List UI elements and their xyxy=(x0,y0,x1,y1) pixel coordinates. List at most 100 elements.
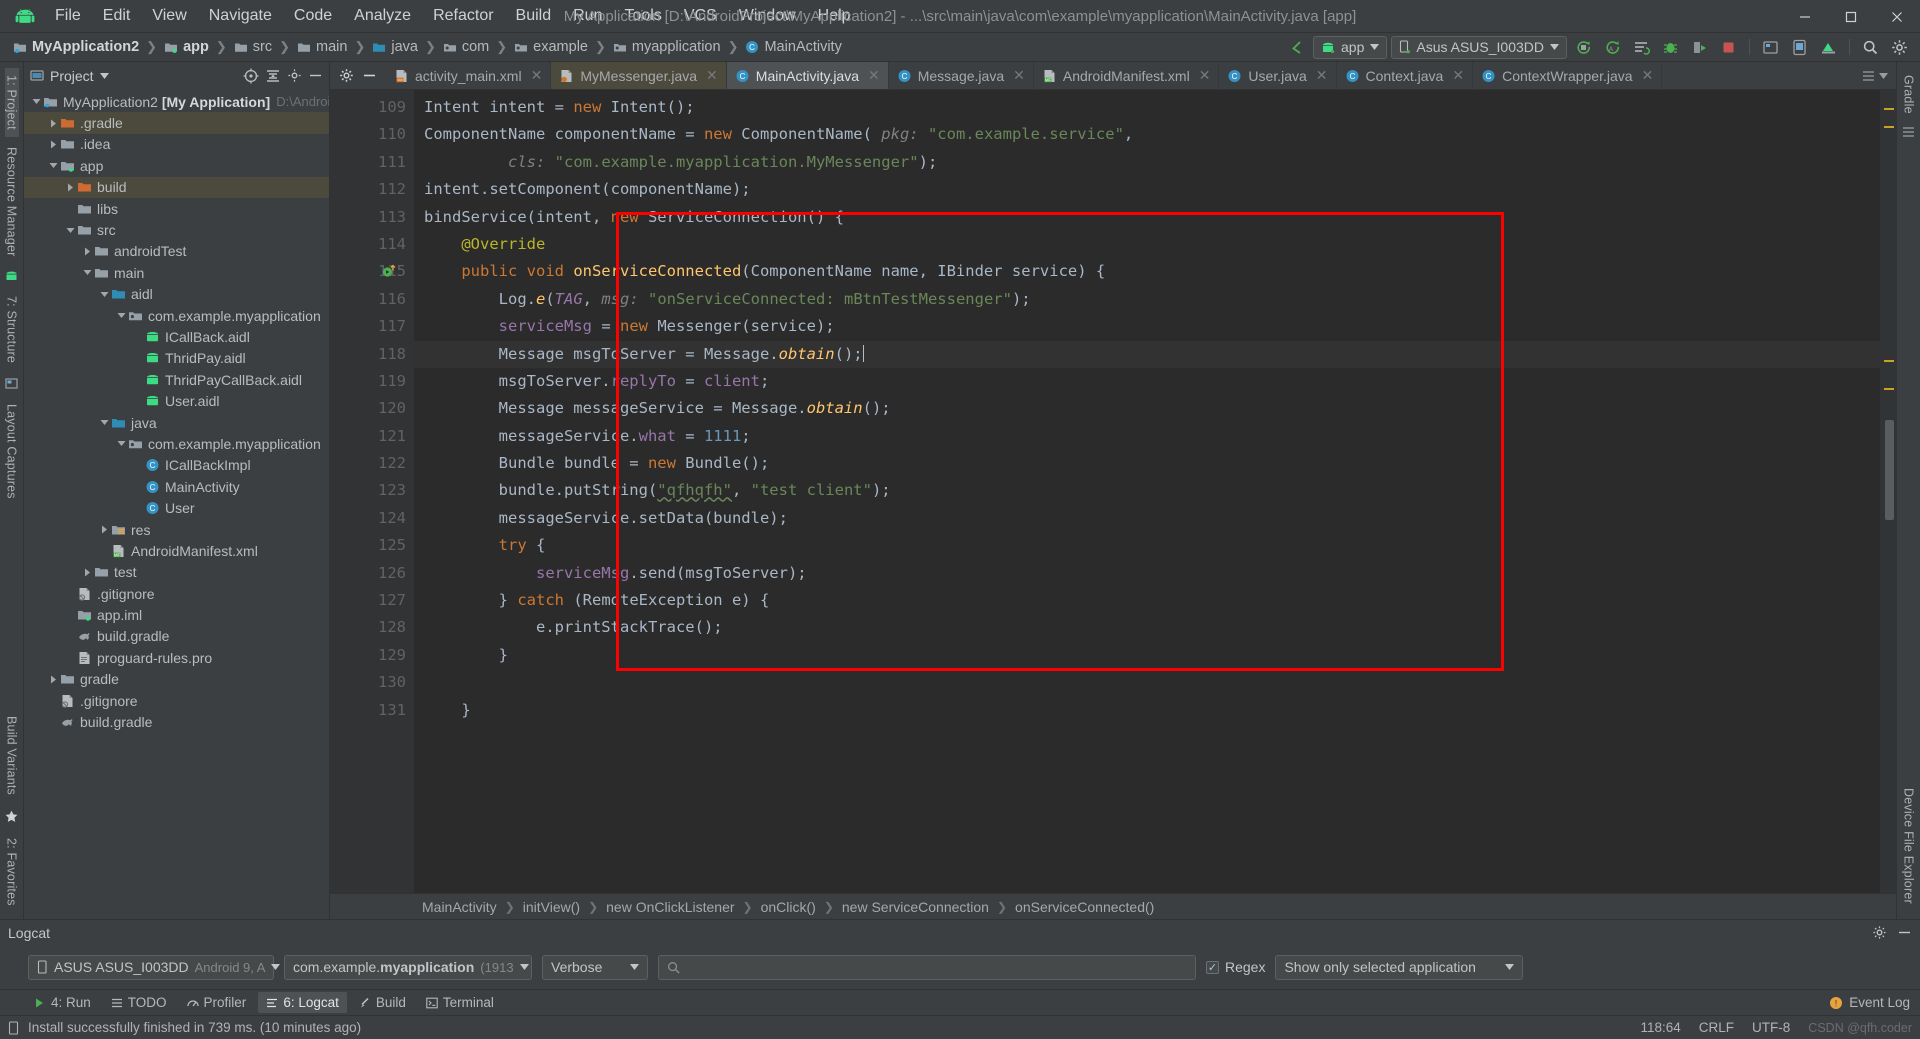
search-icon[interactable] xyxy=(1858,35,1883,59)
tree-node[interactable]: proguard-rules.pro xyxy=(24,647,329,668)
tree-node[interactable]: .gradle xyxy=(24,112,329,134)
editor-marker-bar[interactable] xyxy=(1880,90,1896,893)
navbar-crumb-example[interactable]: example xyxy=(511,38,591,56)
close-icon[interactable]: ✕ xyxy=(1199,67,1211,84)
logcat-device-selector[interactable]: ASUS ASUS_I003DD Android 9, A xyxy=(28,954,281,980)
chevron-down-icon[interactable] xyxy=(98,288,111,301)
logcat-level-selector[interactable]: Verbose xyxy=(542,954,648,980)
navbar-crumb-com[interactable]: com xyxy=(440,38,492,56)
settings-icon[interactable] xyxy=(287,68,302,83)
editor-scrollbar-thumb[interactable] xyxy=(1885,420,1894,520)
run-icon[interactable] xyxy=(1571,35,1596,59)
bottom-tool-logcat[interactable]: 6: Logcat xyxy=(258,992,347,1013)
attach-debugger-icon[interactable] xyxy=(1687,35,1712,59)
tree-node[interactable]: build xyxy=(24,176,329,198)
code-line[interactable]: serviceMsg = new Messenger(service); xyxy=(414,313,1880,340)
sidebar-item-layout-captures[interactable]: Layout Captures xyxy=(5,397,19,506)
hide-panel-icon[interactable] xyxy=(1897,925,1912,940)
bottom-tool-build[interactable]: Build xyxy=(351,992,414,1013)
target-icon[interactable] xyxy=(243,68,259,84)
tree-node[interactable]: gradle xyxy=(24,669,329,690)
close-icon[interactable]: ✕ xyxy=(1316,67,1328,84)
settings-icon[interactable] xyxy=(1887,35,1912,59)
menu-refactor[interactable]: Refactor xyxy=(422,4,504,28)
close-icon[interactable]: ✕ xyxy=(1452,67,1464,84)
chevron-right-icon[interactable] xyxy=(64,181,77,194)
editor-breadcrumb-item[interactable]: onServiceConnected() xyxy=(1015,899,1154,915)
chevron-down-icon[interactable] xyxy=(64,224,77,237)
code-line[interactable] xyxy=(414,669,1880,696)
sidebar-item-gradle[interactable]: Gradle xyxy=(1902,68,1916,121)
code-line[interactable]: bundle.putString("qfhqfh", "test client"… xyxy=(414,477,1880,504)
status-caret-position[interactable]: 118:64 xyxy=(1640,1020,1680,1035)
sidebar-item-favorites[interactable]: 2: Favorites xyxy=(5,831,19,913)
code-line[interactable]: } xyxy=(414,642,1880,669)
chevron-down-icon[interactable] xyxy=(98,416,111,429)
gear-icon[interactable] xyxy=(339,68,354,83)
menu-code[interactable]: Code xyxy=(283,4,343,28)
tree-node[interactable]: main xyxy=(24,262,329,283)
stop-icon[interactable] xyxy=(1716,35,1741,59)
settings-icon[interactable] xyxy=(1872,925,1887,940)
chevron-right-icon[interactable] xyxy=(47,673,60,686)
code-line[interactable]: } xyxy=(414,697,1880,724)
chevron-right-icon[interactable] xyxy=(47,138,60,151)
bottom-tool-todo[interactable]: TODO xyxy=(103,992,175,1013)
code-area[interactable]: Intent intent = new Intent(); ComponentNa… xyxy=(414,90,1880,893)
navbar-crumb-java[interactable]: java xyxy=(369,38,421,56)
logcat-process-selector[interactable]: com.example.myapplication (1913 xyxy=(284,954,532,980)
code-line[interactable]: } catch (RemoteException e) { xyxy=(414,587,1880,614)
run-gutter-icon[interactable] xyxy=(382,264,398,279)
tree-node[interactable]: build.gradle xyxy=(24,626,329,647)
chevron-down-icon[interactable] xyxy=(81,266,94,279)
chevron-down-icon[interactable] xyxy=(99,72,109,79)
device-selector[interactable]: Asus ASUS_I003DD xyxy=(1391,35,1567,59)
editor-tab[interactable]: <> activity_main.xml ✕ xyxy=(386,62,552,89)
menu-analyze[interactable]: Analyze xyxy=(343,4,422,28)
navbar-crumb-app[interactable]: app xyxy=(161,38,212,56)
editor-breadcrumb-item[interactable]: initView() xyxy=(523,899,580,915)
back-arrow-icon[interactable] xyxy=(1284,35,1309,59)
sidebar-item-structure[interactable]: 7: Structure xyxy=(5,289,19,370)
tree-node[interactable]: .idea xyxy=(24,134,329,155)
close-icon[interactable]: ✕ xyxy=(1642,67,1654,84)
logcat-filter-selector[interactable]: Show only selected application xyxy=(1275,954,1524,980)
editor-tab[interactable]: MF AndroidManifest.xml ✕ xyxy=(1034,62,1220,89)
close-icon[interactable]: ✕ xyxy=(868,67,880,84)
tree-node[interactable]: ThridPay.aidl xyxy=(24,348,329,369)
tree-node[interactable]: ThridPayCallBack.aidl xyxy=(24,369,329,390)
chevron-down-icon[interactable] xyxy=(115,437,128,450)
menu-view[interactable]: View xyxy=(141,4,197,28)
code-line[interactable]: ComponentName componentName = new Compon… xyxy=(414,121,1880,148)
editor-breadcrumb-item[interactable]: onClick() xyxy=(761,899,816,915)
editor-tab[interactable]: C Message.java ✕ xyxy=(889,62,1034,89)
tree-node[interactable]: com.example.myapplication xyxy=(24,305,329,326)
editor-gutter[interactable]: 109 110 111 112 113 114 115 116 117 118 119 120 121 1… xyxy=(330,90,428,893)
editor-tab[interactable]: MyMessenger.java ✕ xyxy=(551,62,727,89)
navbar-crumb-mainactivity[interactable]: C MainActivity xyxy=(742,38,844,56)
navbar-crumb-project[interactable]: MyApplication2 xyxy=(10,38,142,56)
hide-panel-icon[interactable] xyxy=(308,68,323,83)
menu-file[interactable]: File xyxy=(44,4,92,28)
close-icon[interactable]: ✕ xyxy=(1013,67,1025,84)
code-line[interactable]: try { xyxy=(414,532,1880,559)
tree-node[interactable]: src xyxy=(24,219,329,240)
tree-node[interactable]: test xyxy=(24,562,329,583)
debug-icon[interactable] xyxy=(1658,35,1683,59)
menu-run[interactable]: Run xyxy=(562,4,613,28)
editor-tab-overflow[interactable] xyxy=(1854,62,1896,89)
chevron-right-icon[interactable] xyxy=(47,117,60,130)
tree-node[interactable]: app.iml xyxy=(24,604,329,625)
chevron-down-icon[interactable] xyxy=(115,309,128,322)
editor-tab[interactable]: C User.java ✕ xyxy=(1219,62,1337,89)
code-line[interactable]: Message msgToServer = Message.obtain(); xyxy=(414,340,1880,368)
code-line[interactable]: @Override xyxy=(414,231,1880,258)
tree-node[interactable]: MF AndroidManifest.xml xyxy=(24,540,329,561)
logcat-search-input[interactable] xyxy=(658,954,1196,980)
chevron-down-icon[interactable] xyxy=(30,95,43,108)
minimize-button[interactable] xyxy=(1782,0,1828,33)
code-line[interactable]: Bundle bundle = new Bundle(); xyxy=(414,450,1880,477)
chevron-right-icon[interactable] xyxy=(98,523,111,536)
chevron-right-icon[interactable] xyxy=(81,245,94,258)
code-line[interactable]: Message messageService = Message.obtain(… xyxy=(414,395,1880,422)
